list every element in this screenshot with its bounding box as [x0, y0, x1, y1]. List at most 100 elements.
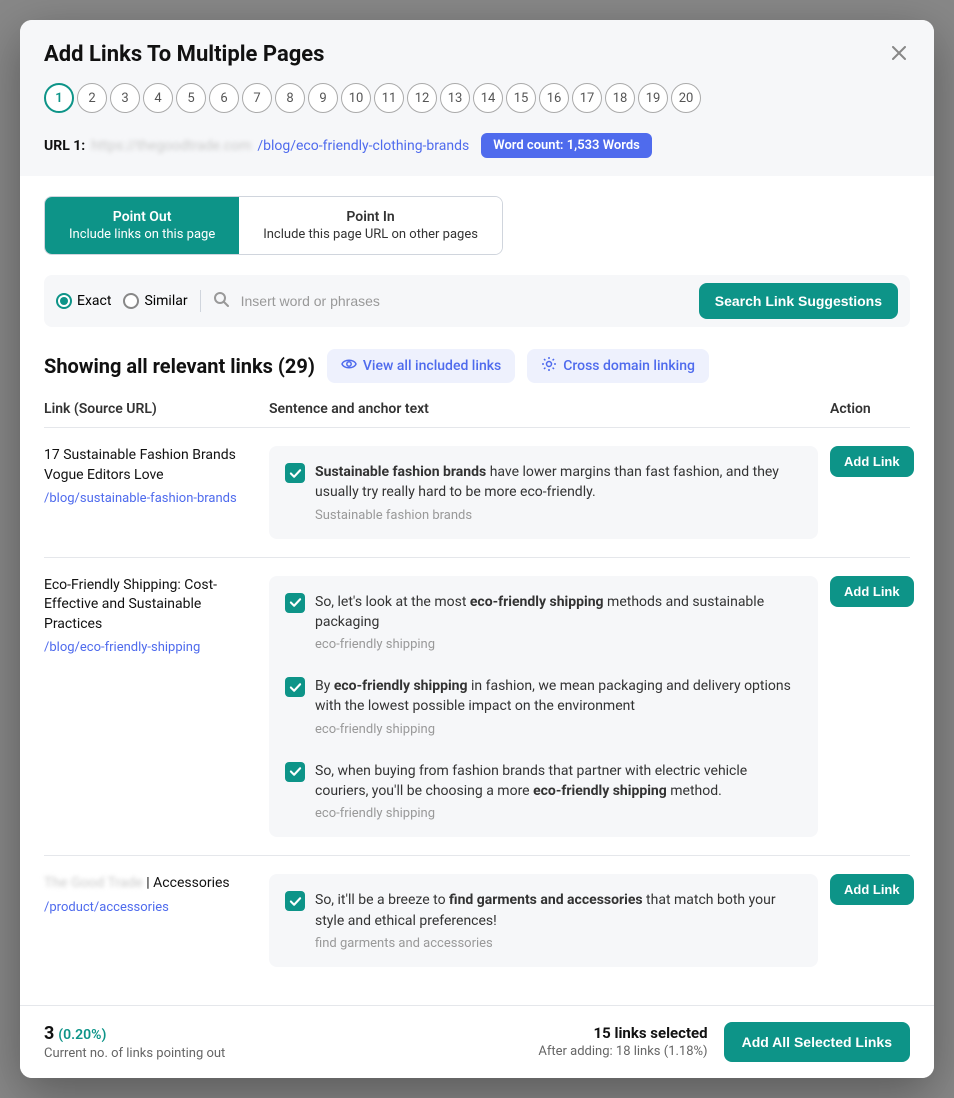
checkbox[interactable]	[285, 677, 305, 697]
step-3[interactable]: 3	[110, 83, 140, 113]
anchor-text: eco-friendly shipping	[315, 637, 802, 652]
step-indicator: 1234567891011121314151617181920	[44, 83, 910, 113]
modal-add-links: Add Links To Multiple Pages 123456789101…	[20, 20, 934, 1078]
modal-title: Add Links To Multiple Pages	[44, 42, 325, 67]
current-count: 3	[44, 1023, 54, 1044]
tab-subtitle: Include this page URL on other pages	[263, 227, 478, 242]
action-cell: Add Link	[830, 446, 910, 539]
checkbox[interactable]	[285, 891, 305, 911]
step-9[interactable]: 9	[308, 83, 338, 113]
anchor-text: eco-friendly shipping	[315, 722, 802, 737]
radio-exact[interactable]: Exact	[56, 293, 111, 309]
footer-right: 15 links selected After adding: 18 links…	[538, 1022, 910, 1062]
add-link-button[interactable]: Add Link	[830, 576, 914, 607]
add-link-button[interactable]: Add Link	[830, 874, 914, 905]
step-1[interactable]: 1	[44, 83, 74, 113]
step-2[interactable]: 2	[77, 83, 107, 113]
match-mode-group: Exact Similar	[56, 293, 188, 309]
col-sentence: Sentence and anchor text	[269, 401, 830, 417]
step-14[interactable]: 14	[473, 83, 503, 113]
anchor-text: find garments and accessories	[315, 936, 802, 951]
step-11[interactable]: 11	[374, 83, 404, 113]
url-row: URL 1: https://thegoodtrade.com /blog/ec…	[44, 133, 910, 158]
table-row: Eco-Friendly Shipping: Cost-Effective an…	[44, 557, 910, 856]
radio-similar[interactable]: Similar	[123, 293, 187, 309]
checkbox[interactable]	[285, 762, 305, 782]
sentences-cell: So, let's look at the most eco-friendly …	[269, 576, 830, 838]
action-cell: Add Link	[830, 576, 910, 838]
tab-title: Point In	[263, 209, 478, 225]
blurred-text: The Good Trade	[44, 875, 143, 891]
action-cell: Add Link	[830, 874, 910, 967]
step-12[interactable]: 12	[407, 83, 437, 113]
radio-dot-icon	[123, 293, 139, 309]
sentence-list: So, it'll be a breeze to find garments a…	[269, 874, 818, 967]
checkbox[interactable]	[285, 463, 305, 483]
link-cell: 17 Sustainable Fashion Brands Vogue Edit…	[44, 446, 269, 539]
search-row: Exact Similar Search Link Suggestions	[44, 275, 910, 327]
anchor-text: eco-friendly shipping	[315, 806, 802, 821]
current-label: Current no. of links pointing out	[44, 1046, 225, 1061]
table-row: The Good Trade | Accessories/product/acc…	[44, 855, 910, 985]
checkbox[interactable]	[285, 593, 305, 613]
sentence-text: So, it'll be a breeze to find garments a…	[315, 890, 802, 931]
gear-icon	[541, 356, 557, 376]
step-10[interactable]: 10	[341, 83, 371, 113]
tab-title: Point Out	[69, 209, 215, 225]
step-13[interactable]: 13	[440, 83, 470, 113]
search-icon	[213, 291, 229, 311]
step-17[interactable]: 17	[572, 83, 602, 113]
link-url[interactable]: /product/accessories	[44, 900, 257, 915]
sentence-item: Sustainable fashion brands have lower ma…	[269, 450, 818, 535]
radio-label: Exact	[77, 293, 111, 309]
results-header: Showing all relevant links (29) View all…	[44, 349, 910, 383]
sentences-cell: So, it'll be a breeze to find garments a…	[269, 874, 830, 967]
after-adding: After adding: 18 links (1.18%)	[538, 1044, 707, 1059]
add-link-button[interactable]: Add Link	[830, 446, 914, 477]
step-5[interactable]: 5	[176, 83, 206, 113]
step-19[interactable]: 19	[638, 83, 668, 113]
tabs: Point Out Include links on this page Poi…	[44, 196, 503, 255]
table-row: 17 Sustainable Fashion Brands Vogue Edit…	[44, 427, 910, 557]
tab-subtitle: Include links on this page	[69, 227, 215, 242]
step-18[interactable]: 18	[605, 83, 635, 113]
selection-summary: 15 links selected After adding: 18 links…	[538, 1024, 707, 1059]
close-icon[interactable]	[888, 40, 910, 69]
link-url[interactable]: /blog/eco-friendly-shipping	[44, 640, 257, 655]
sentence-item: So, it'll be a breeze to find garments a…	[269, 878, 818, 963]
col-action: Action	[830, 401, 910, 417]
step-20[interactable]: 20	[671, 83, 701, 113]
results-heading: Showing all relevant links (29)	[44, 354, 315, 378]
link-cell: Eco-Friendly Shipping: Cost-Effective an…	[44, 576, 269, 838]
anchor-text: Sustainable fashion brands	[315, 508, 802, 523]
chip-label: Cross domain linking	[563, 358, 695, 374]
footer-left: 3 (0.20%) Current no. of links pointing …	[44, 1023, 225, 1061]
step-7[interactable]: 7	[242, 83, 272, 113]
sentence-item: By eco-friendly shipping in fashion, we …	[269, 664, 818, 749]
separator	[200, 290, 201, 312]
sentence-text: So, when buying from fashion brands that…	[315, 761, 802, 802]
search-input[interactable]	[241, 293, 687, 309]
search-button[interactable]: Search Link Suggestions	[699, 283, 898, 319]
radio-dot-icon	[56, 293, 72, 309]
tab-point-out[interactable]: Point Out Include links on this page	[45, 197, 239, 254]
step-8[interactable]: 8	[275, 83, 305, 113]
step-4[interactable]: 4	[143, 83, 173, 113]
link-title: The Good Trade | Accessories	[44, 874, 257, 894]
url-label: URL 1:	[44, 138, 85, 154]
step-6[interactable]: 6	[209, 83, 239, 113]
step-16[interactable]: 16	[539, 83, 569, 113]
link-url[interactable]: /blog/sustainable-fashion-brands	[44, 491, 257, 506]
modal-footer: 3 (0.20%) Current no. of links pointing …	[20, 1005, 934, 1078]
step-15[interactable]: 15	[506, 83, 536, 113]
eye-icon	[341, 356, 357, 376]
add-all-button[interactable]: Add All Selected Links	[724, 1022, 910, 1062]
chip-cross-domain[interactable]: Cross domain linking	[527, 349, 709, 383]
current-pct: (0.20%)	[58, 1027, 106, 1043]
chip-view-included[interactable]: View all included links	[327, 349, 515, 383]
table-header: Link (Source URL) Sentence and anchor te…	[44, 401, 910, 427]
sentence-text: Sustainable fashion brands have lower ma…	[315, 462, 802, 503]
tab-point-in[interactable]: Point In Include this page URL on other …	[239, 197, 502, 254]
link-title: 17 Sustainable Fashion Brands Vogue Edit…	[44, 446, 257, 485]
sentences-cell: Sustainable fashion brands have lower ma…	[269, 446, 830, 539]
